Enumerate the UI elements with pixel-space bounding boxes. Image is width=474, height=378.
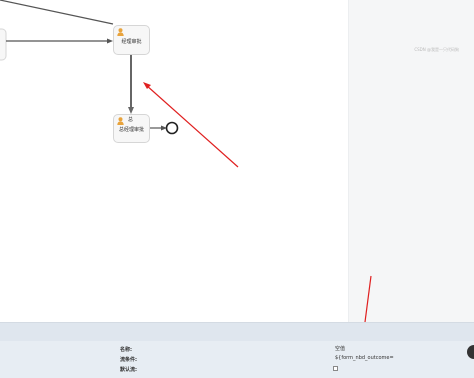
partial-task-shape[interactable] [0,28,7,61]
properties-header [0,323,474,341]
task-badge: 总 [128,117,134,123]
default-flow-checkbox[interactable] [333,366,338,371]
watermark: CSDN @我是一只代码狗 [414,47,459,52]
task-label: 总经理审批 [118,127,144,133]
arrowhead-vertical-flow [128,107,134,114]
task-manager-approval[interactable]: 经理审批 [113,25,150,55]
condition-value[interactable]: ${form_nbd_outcome= [335,355,394,361]
name-label: 名称: [120,347,132,353]
task-label: 经理审批 [121,39,142,45]
end-event[interactable] [165,121,179,135]
properties-panel: 名称: 空值 流条件: ${form_nbd_outcome= 默认流: [0,322,474,378]
floating-button[interactable] [467,345,474,359]
right-panel: CSDN @我是一只代码狗 [348,0,474,322]
default-flow-label: 默认流: [120,367,137,373]
user-task-icon [117,117,124,125]
name-value[interactable]: 空值 [335,345,345,352]
condition-label: 流条件: [120,357,137,363]
task-general-manager-approval[interactable]: 总 总经理审批 [113,114,150,143]
annotation-arrow-line [145,84,239,168]
user-task-icon [117,28,124,36]
process-canvas[interactable]: 经理审批 总 总经理审批 [0,0,348,322]
flow-connections [0,0,239,168]
sequence-flow-top[interactable] [0,0,114,25]
